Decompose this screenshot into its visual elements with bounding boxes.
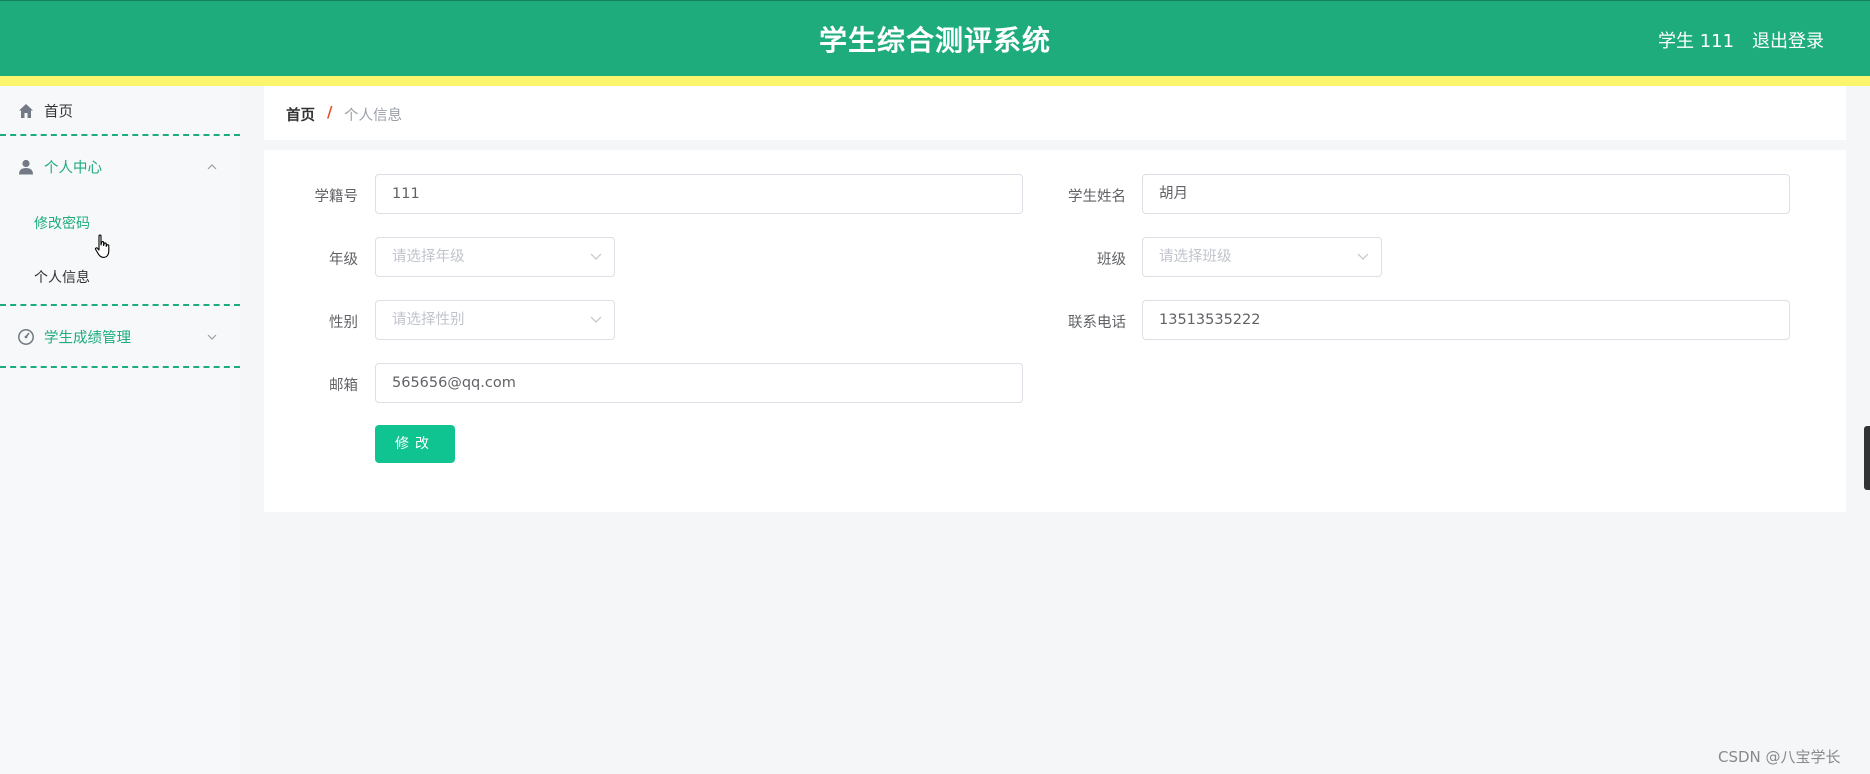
chevron-down-icon (590, 316, 602, 323)
chevron-down-icon (1357, 253, 1369, 260)
student-name-input[interactable]: 胡月 (1142, 174, 1790, 214)
sidebar-subitem-change-password[interactable]: 修改密码 (34, 213, 90, 233)
email-label: 邮箱 (329, 378, 358, 394)
sidebar-divider (0, 304, 240, 306)
header-accent-strip (0, 76, 1870, 86)
current-user-label: 学生 111 (1658, 31, 1735, 52)
sidebar-divider (0, 366, 240, 368)
grade-select-placeholder: 请选择年级 (392, 249, 465, 265)
email-input[interactable]: 565656@qq.com (375, 363, 1023, 403)
logout-link[interactable]: 退出登录 (1752, 27, 1824, 53)
modify-button[interactable]: 修改 (375, 425, 455, 463)
gender-select-placeholder: 请选择性别 (392, 312, 465, 328)
chevron-down-icon (207, 334, 217, 340)
sidebar-item-label: 首页 (44, 104, 73, 121)
gender-label: 性别 (329, 315, 358, 331)
gender-select[interactable]: 请选择性别 (375, 300, 615, 340)
chevron-down-icon (590, 253, 602, 260)
sidebar-item-home[interactable]: 首页 (0, 86, 240, 136)
class-select[interactable]: 请选择班级 (1142, 237, 1382, 277)
home-icon (19, 104, 33, 118)
sidebar: 首页 个人中心 修改密码 个人信息 学生成绩管理 (0, 86, 240, 774)
sidebar-item-label: 学生成绩管理 (44, 330, 131, 347)
student-id-input[interactable]: 111 (375, 174, 1023, 214)
phone-label: 联系电话 (1068, 315, 1126, 331)
breadcrumb-home-link[interactable]: 首页 (286, 104, 315, 125)
grade-label: 年级 (329, 252, 358, 268)
breadcrumb-current: 个人信息 (344, 108, 402, 124)
sidebar-item-label: 个人中心 (44, 160, 102, 177)
app-title: 学生综合测评系统 (818, 24, 1051, 57)
sidebar-item-personal-center[interactable]: 个人中心 (0, 142, 240, 192)
watermark-text: CSDN @八宝学长 (1718, 748, 1841, 766)
student-name-label: 学生姓名 (1068, 189, 1126, 205)
class-select-placeholder: 请选择班级 (1159, 249, 1232, 265)
sidebar-item-grade-management[interactable]: 学生成绩管理 (0, 312, 240, 362)
scrollbar-thumb[interactable] (1864, 426, 1870, 490)
sidebar-divider (0, 134, 240, 136)
grade-select[interactable]: 请选择年级 (375, 237, 615, 277)
personal-info-form: 学籍号 111 学生姓名 胡月 年级 请选择年级 班级 请选择班级 性别 请选择… (264, 150, 1846, 512)
hand-pointer-cursor-icon (94, 234, 110, 258)
phone-input[interactable]: 13513535222 (1142, 300, 1790, 340)
sidebar-subitem-personal-info[interactable]: 个人信息 (34, 267, 90, 287)
class-label: 班级 (1097, 252, 1126, 268)
chevron-up-icon (207, 164, 217, 170)
breadcrumb-separator: / (327, 103, 333, 121)
student-id-label: 学籍号 (314, 189, 359, 205)
breadcrumb: 首页 / 个人信息 (264, 86, 1846, 140)
user-icon (19, 159, 33, 175)
top-header: 学生综合测评系统 学生 111 退出登录 (0, 0, 1870, 76)
dashboard-gauge-icon (18, 329, 34, 345)
